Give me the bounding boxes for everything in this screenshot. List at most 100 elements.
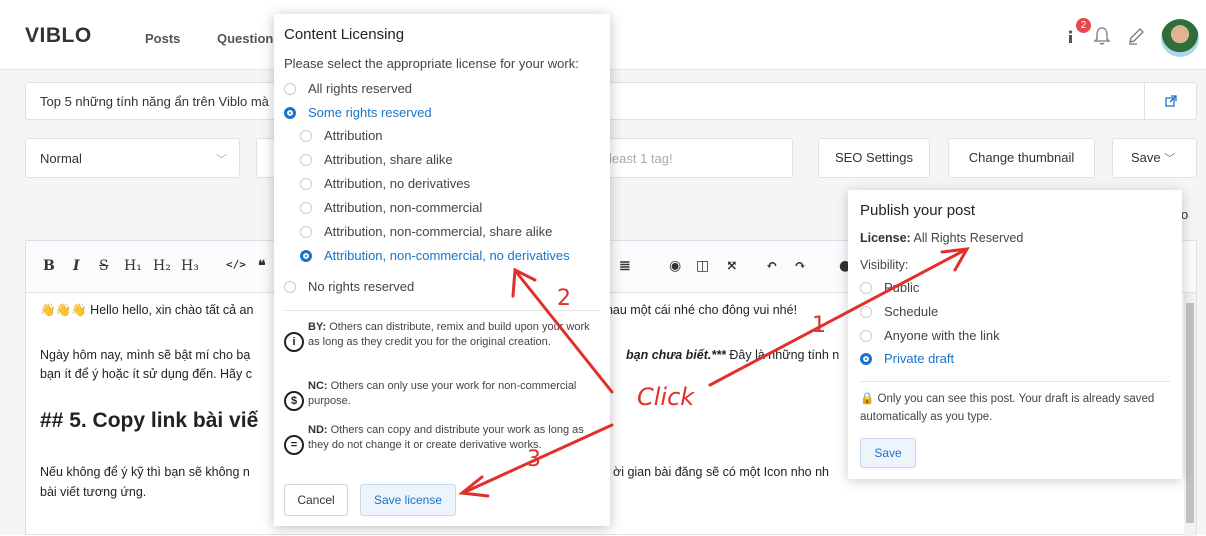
tags-placeholder: least 1 tag! <box>609 151 673 166</box>
radio-icon <box>284 83 296 95</box>
quote-icon[interactable]: ❝ <box>258 258 266 274</box>
preview-eye-icon[interactable]: ◉ <box>669 258 681 274</box>
radio-icon <box>284 281 296 293</box>
license-option-attribution-no-derivatives[interactable]: Attribution, no derivatives <box>300 176 470 191</box>
change-thumbnail-button[interactable]: Change thumbnail <box>948 138 1095 178</box>
chevron-down-icon: ﹀ <box>1164 153 1176 165</box>
publish-license[interactable]: License: All Rights Reserved <box>860 231 1023 245</box>
side-by-side-icon[interactable]: ◫ <box>696 258 709 274</box>
radio-icon <box>860 306 872 318</box>
option-label: All rights reserved <box>308 81 413 96</box>
nav-question[interactable]: Question <box>217 31 273 46</box>
notification-count-badge: 2 <box>1076 18 1091 33</box>
click-annotation: Click <box>637 383 695 411</box>
save-dropdown-button[interactable]: Save ﹀ <box>1112 138 1197 178</box>
fullscreen-icon[interactable]: ⤧ <box>726 258 738 274</box>
visibility-schedule[interactable]: Schedule <box>860 304 938 319</box>
note-text: Only you can see this post. Your draft i… <box>860 393 1155 423</box>
content-line: Ngày hôm nay, mình sẽ bật mí cho bạ <box>40 348 251 362</box>
license-option-all-rights[interactable]: All rights reserved <box>284 81 412 96</box>
bold-button[interactable]: B <box>43 258 55 274</box>
license-option-attribution-nc-share-alike[interactable]: Attribution, non-commercial, share alike <box>300 224 552 239</box>
align-icon[interactable]: ≣ <box>619 258 631 274</box>
nav-posts[interactable]: Posts <box>145 31 180 46</box>
cancel-button[interactable]: Cancel <box>284 484 348 516</box>
content-line: ời gian bài đăng sẽ có một Icon nho nh <box>613 465 829 479</box>
nc-description: $ NC: Others can only use your work for … <box>284 379 602 411</box>
pencil-icon[interactable] <box>1127 27 1145 45</box>
radio-icon <box>860 330 872 342</box>
visibility-public[interactable]: Public <box>860 280 919 295</box>
license-option-attribution[interactable]: Attribution <box>300 128 383 143</box>
seo-settings-button[interactable]: SEO Settings <box>818 138 930 178</box>
content-line: bạn ít để ý hoặc ít sử dụng đến. Hãy c <box>40 367 252 381</box>
radio-icon <box>300 130 312 142</box>
save-license-button[interactable]: Save license <box>360 484 456 516</box>
nc-text: Others can only use your work for non-co… <box>308 380 577 407</box>
license-option-attribution-nc-no-derivatives[interactable]: Attribution, non-commercial, no derivati… <box>300 248 570 263</box>
nd-label: ND: <box>308 424 328 436</box>
option-label: No rights reserved <box>308 279 415 294</box>
nd-description: = ND: Others can copy and distribute you… <box>284 423 602 455</box>
visibility-anyone-with-link[interactable]: Anyone with the link <box>860 328 1000 343</box>
heading3-button[interactable]: H₃ <box>181 258 199 274</box>
publish-note: 🔒 Only you can see this post. Your draft… <box>860 390 1170 426</box>
heading2-button[interactable]: H₂ <box>153 258 171 274</box>
code-icon[interactable]: </> <box>226 258 246 271</box>
by-description: i BY: Others can distribute, remix and b… <box>284 320 602 352</box>
viblo-logo[interactable]: VIBLO <box>25 24 92 48</box>
license-value: All Rights Reserved <box>910 231 1024 245</box>
post-title-input[interactable]: Top 5 những tính năng ẩn trên Viblo mà <box>25 82 1197 120</box>
content-heading: ## 5. Copy link bài viế <box>40 409 259 432</box>
license-option-attribution-share-alike[interactable]: Attribution, share alike <box>300 152 453 167</box>
option-label: Schedule <box>884 304 939 319</box>
annotation-number-3: 3 <box>527 447 541 472</box>
post-type-select[interactable]: Normal ﹀ <box>25 138 240 178</box>
italic-button[interactable]: I <box>73 258 80 274</box>
radio-icon <box>860 282 872 294</box>
non-commercial-icon: $ <box>284 391 304 411</box>
license-option-attribution-non-commercial[interactable]: Attribution, non-commercial <box>300 200 482 215</box>
by-text: Others can distribute, remix and build u… <box>308 321 590 348</box>
info-icon[interactable] <box>1066 30 1076 44</box>
annotation-number-1: 1 <box>812 313 826 338</box>
user-avatar[interactable] <box>1161 19 1199 57</box>
save-dropdown-label: Save <box>1131 150 1161 165</box>
option-label: Anyone with the link <box>884 328 1000 343</box>
annotation-number-2: 2 <box>557 286 571 311</box>
visibility-label: Visibility: <box>860 258 909 272</box>
truncated-text: o <box>1181 207 1189 222</box>
bell-icon[interactable] <box>1093 26 1111 46</box>
radio-selected-icon <box>860 353 872 365</box>
scrollbar-thumb[interactable] <box>1186 303 1194 523</box>
content-line: bạn chưa biết.*** Đây là những tính n <box>626 346 839 365</box>
heading1-button[interactable]: H₁ <box>124 258 142 274</box>
content-text: Đây là những tính n <box>725 348 840 362</box>
radio-icon <box>300 226 312 238</box>
visibility-private-draft[interactable]: Private draft <box>860 351 954 366</box>
radio-icon <box>300 202 312 214</box>
option-label: Attribution <box>324 128 383 143</box>
publish-popover: Publish your post License: All Rights Re… <box>848 190 1182 479</box>
modal-title: Content Licensing <box>284 26 405 43</box>
publish-save-button[interactable]: Save <box>860 438 916 468</box>
nd-text: Others can copy and distribute your work… <box>308 424 584 451</box>
divider <box>284 310 600 311</box>
license-option-no-rights[interactable]: No rights reserved <box>284 279 414 294</box>
select-value: Normal <box>40 151 82 166</box>
option-label: Some rights reserved <box>308 105 432 120</box>
undo-icon[interactable]: ↶ <box>766 258 778 274</box>
modal-subtitle: Please select the appropriate license fo… <box>284 56 579 71</box>
license-option-some-rights[interactable]: Some rights reserved <box>284 105 432 120</box>
editor-scrollbar[interactable] <box>1184 293 1196 536</box>
external-link-icon[interactable] <box>1144 82 1197 120</box>
redo-icon[interactable]: ↷ <box>794 258 806 274</box>
radio-icon <box>300 154 312 166</box>
lock-icon: 🔒 <box>860 393 875 405</box>
content-line: Nếu không để ý kỹ thì bạn sẽ không n <box>40 465 250 479</box>
content-line: nhau một cái nhé cho đông vui nhé! <box>599 303 798 317</box>
strikethrough-button[interactable]: S <box>99 258 109 274</box>
divider <box>860 381 1170 382</box>
publish-title: Publish your post <box>860 202 976 219</box>
nc-label: NC: <box>308 380 328 392</box>
